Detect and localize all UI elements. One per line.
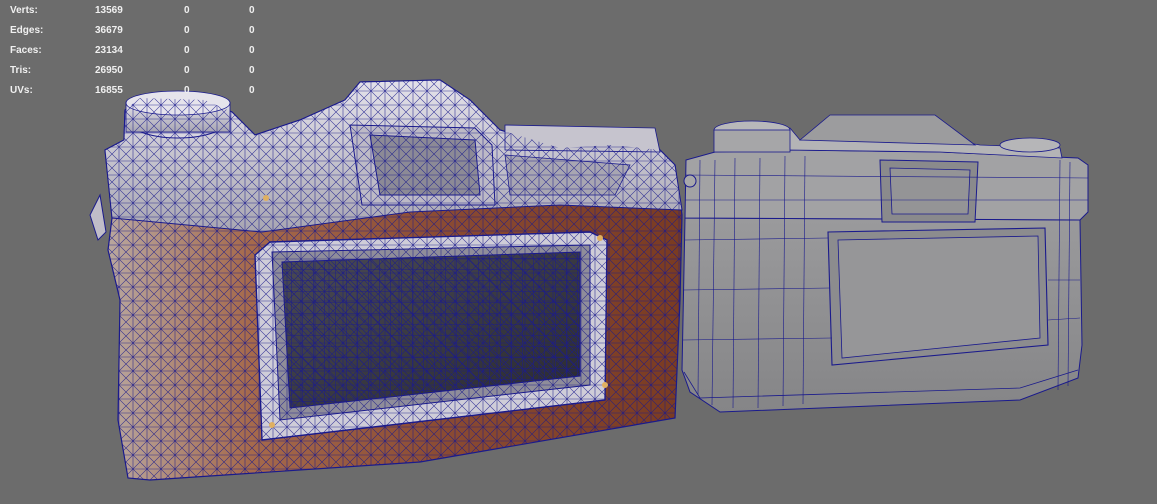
uvs-selected-obj: 0 [249, 85, 255, 96]
tris-selected-obj: 0 [249, 65, 255, 76]
faces-selected: 0 [184, 45, 190, 56]
poly-count-hud: Verts: 13569 0 0 Edges: 36679 0 0 Faces:… [10, 1, 270, 101]
tris-row: Tris: 26950 0 0 [10, 61, 270, 81]
uvs-selected: 0 [184, 85, 190, 96]
verts-row: Verts: 13569 0 0 [10, 1, 270, 21]
uvs-label: UVs: [10, 85, 33, 96]
tris-label: Tris: [10, 65, 32, 76]
verts-selected: 0 [184, 5, 190, 16]
verts-label: Verts: [10, 5, 38, 16]
textured-camera-model[interactable] [89, 79, 683, 481]
edges-total: 36679 [95, 25, 123, 36]
faces-total: 23134 [95, 45, 123, 56]
tris-selected: 0 [184, 65, 190, 76]
edges-selected-obj: 0 [249, 25, 255, 36]
edges-label: Edges: [10, 25, 44, 36]
3d-viewport[interactable]: Verts: 13569 0 0 Edges: 36679 0 0 Faces:… [0, 0, 1157, 504]
uvs-row: UVs: 16855 0 0 [10, 81, 270, 101]
faces-row: Faces: 23134 0 0 [10, 41, 270, 61]
uvs-total: 16855 [95, 85, 123, 96]
edges-row: Edges: 36679 0 0 [10, 21, 270, 41]
tris-total: 26950 [95, 65, 123, 76]
faces-label: Faces: [10, 45, 42, 56]
edges-selected: 0 [184, 25, 190, 36]
lowpoly-camera-model[interactable] [681, 114, 1089, 413]
verts-selected-obj: 0 [249, 5, 255, 16]
faces-selected-obj: 0 [249, 45, 255, 56]
verts-total: 13569 [95, 5, 123, 16]
